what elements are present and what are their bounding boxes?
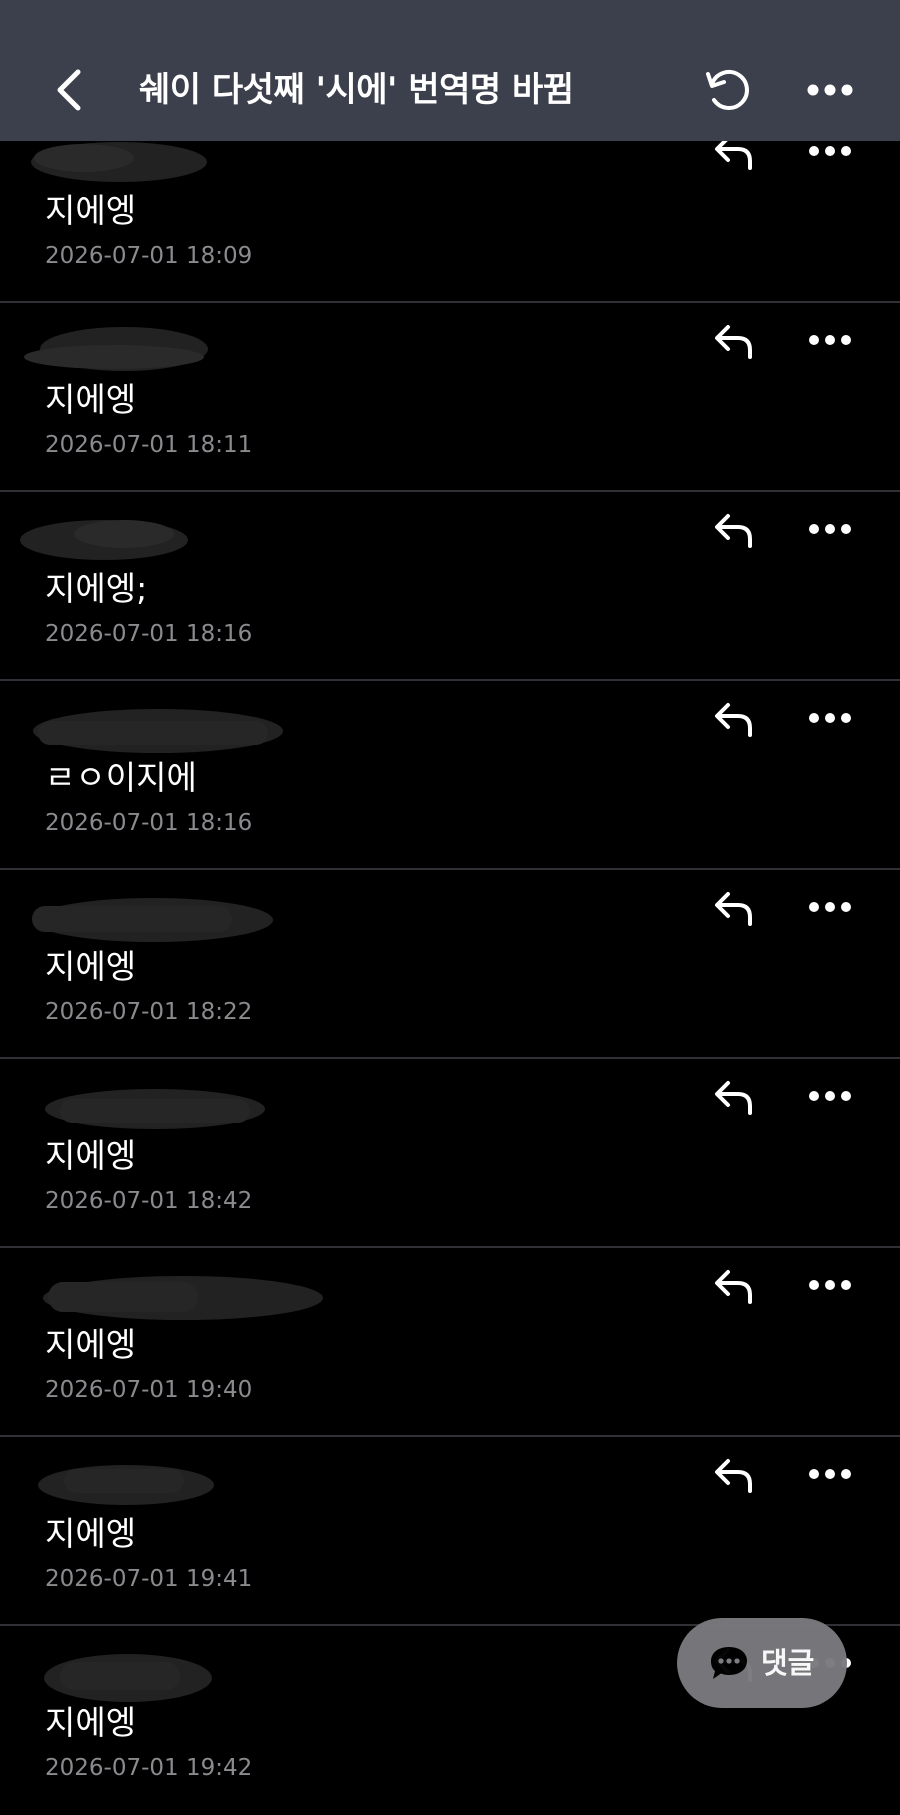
refresh-icon[interactable] — [700, 62, 752, 118]
reply-icon[interactable] — [712, 1455, 756, 1495]
comment-item: 지에엥; 2026-07-01 18:16 — [0, 492, 900, 681]
comment-item: 지에엥 2026-07-01 18:09 — [0, 114, 900, 303]
redacted-username — [40, 1079, 270, 1133]
comment-text: 지에엥 — [45, 1514, 137, 1553]
comment-item: 지에엥 2026-07-01 18:42 — [0, 1059, 900, 1248]
redacted-username — [28, 701, 288, 755]
comment-date: 2026-07-01 18:11 — [45, 432, 253, 458]
more-horizontal-icon[interactable] — [806, 1081, 854, 1111]
header-bar: 쉐이 다섯째 '시에' 번역명 바뀜 — [0, 0, 900, 141]
more-horizontal-icon[interactable] — [806, 514, 854, 544]
comment-date: 2026-07-01 19:42 — [45, 1755, 253, 1781]
redacted-username — [40, 1646, 220, 1702]
comment-fab-button[interactable]: 댓글 — [677, 1618, 847, 1708]
more-horizontal-icon[interactable] — [806, 1270, 854, 1300]
comment-date: 2026-07-01 18:09 — [45, 243, 253, 269]
more-horizontal-icon[interactable] — [804, 74, 856, 106]
reply-icon[interactable] — [712, 699, 756, 739]
comment-date: 2026-07-01 19:41 — [45, 1566, 253, 1592]
comment-text: 지에엥 — [45, 1703, 137, 1742]
comment-date: 2026-07-01 18:22 — [45, 999, 253, 1025]
comment-date: 2026-07-01 18:16 — [45, 621, 253, 647]
comment-item: 지에엥 2026-07-01 18:22 — [0, 870, 900, 1059]
comment-date: 2026-07-01 18:16 — [45, 810, 253, 836]
comment-date: 2026-07-01 18:42 — [45, 1188, 253, 1214]
comment-text: 지에엥 — [45, 1325, 137, 1364]
more-horizontal-icon[interactable] — [806, 892, 854, 922]
reply-icon[interactable] — [712, 321, 756, 361]
chat-bubble-icon — [707, 1643, 751, 1683]
page-title: 쉐이 다섯째 '시에' 번역명 바뀜 — [139, 70, 574, 110]
comment-text: 지에엥 — [45, 380, 137, 419]
chevron-left-icon[interactable] — [48, 62, 92, 118]
redacted-username — [14, 512, 214, 566]
reply-icon[interactable] — [712, 888, 756, 928]
comment-item: ㄹㅇ이지에 2026-07-01 18:16 — [0, 681, 900, 870]
comment-item: 지에엥 2026-07-01 19:40 — [0, 1248, 900, 1437]
redacted-username — [24, 134, 224, 188]
reply-icon[interactable] — [712, 1266, 756, 1306]
comment-text: 지에엥 — [45, 191, 137, 230]
redacted-username — [24, 323, 224, 377]
comment-text: ㄹㅇ이지에 — [45, 758, 197, 797]
comment-date: 2026-07-01 19:40 — [45, 1377, 253, 1403]
more-horizontal-icon[interactable] — [806, 325, 854, 355]
comment-text: 지에엥 — [45, 1136, 137, 1175]
reply-icon[interactable] — [712, 1077, 756, 1117]
redacted-username — [34, 1457, 224, 1511]
redacted-username — [28, 890, 278, 944]
comment-text: 지에엥; — [45, 569, 148, 608]
comment-item: 지에엥 2026-07-01 19:41 — [0, 1437, 900, 1626]
more-horizontal-icon[interactable] — [806, 1459, 854, 1489]
reply-icon[interactable] — [712, 510, 756, 550]
more-horizontal-icon[interactable] — [806, 703, 854, 733]
comment-item: 지에엥 2026-07-01 18:11 — [0, 303, 900, 492]
comment-fab-label: 댓글 — [761, 1646, 815, 1680]
redacted-username — [38, 1268, 328, 1322]
comment-text: 지에엥 — [45, 947, 137, 986]
